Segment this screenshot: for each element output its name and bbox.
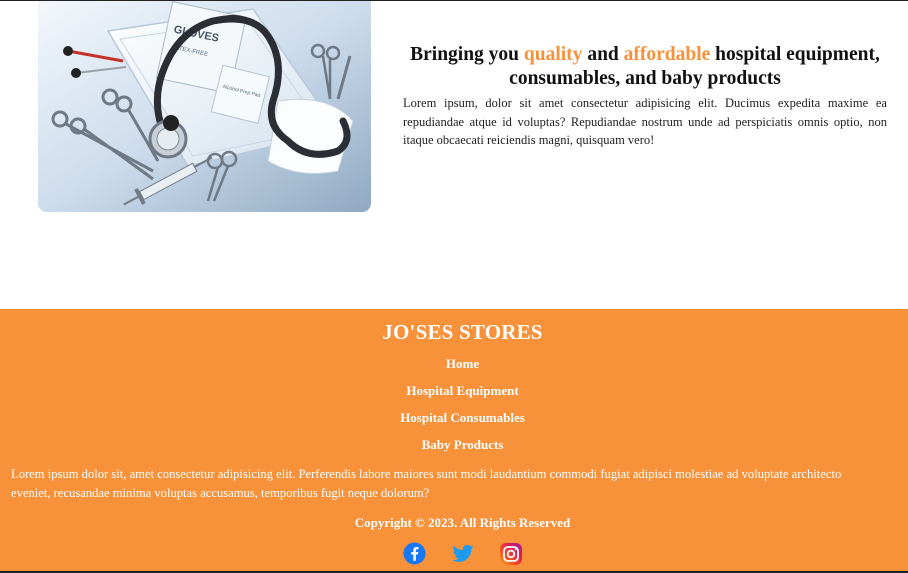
footer-nav: Home Hospital Equipment Hospital Consuma…	[0, 356, 908, 464]
footer-description-line-1: Lorem ipsum dolor sit, amet consectetur …	[11, 467, 842, 481]
hero-section: GLOVES LATEX-FREE Alcohol Prep Pad Bring…	[0, 1, 908, 309]
hero-description: Lorem ipsum, dolor sit amet consectetur …	[403, 96, 887, 147]
footer-link-baby-products[interactable]: Baby Products	[422, 437, 504, 452]
footer-nav-item-hospital-equipment: Hospital Equipment	[0, 383, 908, 410]
footer-description-line-2: eveniet, recusandae minima voluptas accu…	[11, 486, 430, 500]
medical-supplies-illustration: GLOVES LATEX-FREE Alcohol Prep Pad	[38, 1, 371, 212]
footer-brand: JO'SES STORES	[382, 320, 543, 344]
footer-link-hospital-equipment[interactable]: Hospital Equipment	[406, 383, 518, 398]
footer-link-home[interactable]: Home	[446, 356, 479, 371]
hero-text-block: Bringing you quality and affordable hosp…	[403, 43, 887, 150]
site-footer: JO'SES STORES Home Hospital Equipment Ho…	[0, 309, 908, 571]
facebook-icon[interactable]	[403, 542, 426, 565]
footer-nav-item-hospital-consumables: Hospital Consumables	[0, 410, 908, 437]
footer-nav-item-baby-products: Baby Products	[0, 437, 908, 464]
heading-accent-affordable: affordable	[623, 44, 711, 65]
footer-description: Lorem ipsum dolor sit, amet consectetur …	[11, 465, 908, 503]
instagram-icon[interactable]	[499, 542, 522, 565]
heading-part-intro: Bringing you	[410, 44, 524, 65]
twitter-icon[interactable]	[451, 542, 474, 565]
hero-image: GLOVES LATEX-FREE Alcohol Prep Pad	[38, 1, 371, 212]
hero-heading: Bringing you quality and affordable hosp…	[403, 43, 887, 91]
footer-link-hospital-consumables[interactable]: Hospital Consumables	[400, 410, 525, 425]
heading-accent-quality: quality	[523, 44, 583, 65]
copyright-notice: Copyright © 2023. All Rights Reserved	[354, 515, 571, 530]
heading-part-and: and	[582, 44, 624, 65]
footer-nav-item-home: Home	[0, 356, 908, 383]
